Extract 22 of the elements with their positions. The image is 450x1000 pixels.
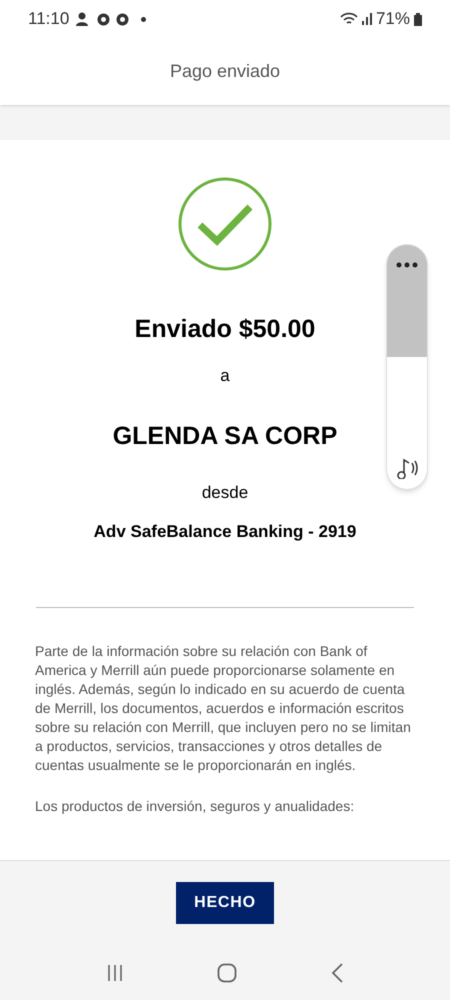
wifi-icon [340,12,358,26]
recent-apps-icon[interactable] [106,964,124,982]
to-label: a [220,364,230,386]
page-title: Pago enviado [170,60,280,83]
signal-icon [362,13,372,25]
disclaimer-paragraph: Los productos de inversión, seguros y anualidades: [35,796,356,816]
more-icon[interactable] [396,262,418,268]
disclaimer-paragraph: Parte de la información sobre su relación con Bank of America y Merrill aún puede proporcionarse solamente en inglés. Además, según lo indicado en su acuerdo de cuenta de Merrill, los documentos, acuerdos e información escritos sobre su relación con Merrill, que incluyen pero no se limitan a productos, servicios, transacciones y otros detalles de cuentas usualmente se le proporcionarán en inglés. [35,642,412,774]
done-button[interactable]: HECHO [176,882,274,924]
home-icon[interactable] [216,962,237,982]
volume-slider[interactable] [386,244,428,490]
from-label: desde [202,482,248,504]
dot-icon [141,16,146,22]
amount-sent: Enviado $50.00 [134,314,316,345]
music-note-icon [394,457,420,479]
battery-icon [414,12,422,26]
back-icon[interactable] [330,962,344,982]
account-name: Adv SafeBalance Banking - 2919 [94,521,356,543]
recipient-name: GLENDA SA CORP [112,421,338,452]
battery-percent: 71% [376,8,410,30]
status-time: 11:10 [28,8,70,30]
checkmark-icon [178,177,272,271]
